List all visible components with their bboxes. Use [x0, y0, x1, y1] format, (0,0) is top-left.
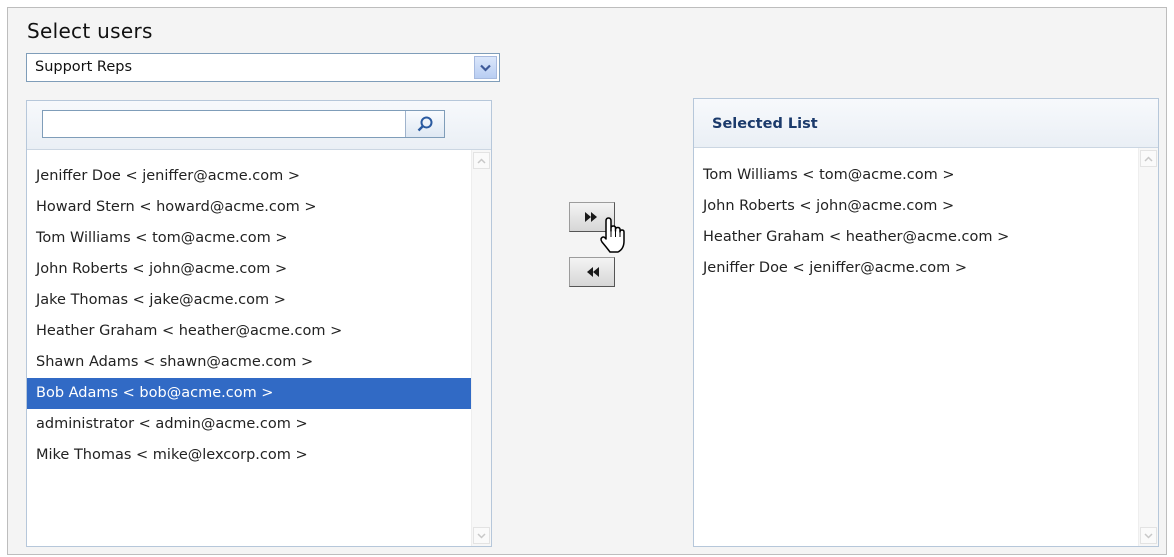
- list-item[interactable]: Howard Stern < howard@acme.com >: [27, 192, 471, 223]
- page-title: Select users: [27, 19, 153, 43]
- list-item[interactable]: Jeniffer Doe < jeniffer@acme.com >: [27, 161, 471, 192]
- double-chevron-left-icon: [584, 263, 600, 282]
- selected-list-panel: Selected List Tom Williams < tom@acme.co…: [693, 98, 1159, 547]
- list-item[interactable]: John Roberts < john@acme.com >: [694, 191, 1138, 222]
- selected-list-scrollbar[interactable]: [1138, 148, 1158, 546]
- list-item[interactable]: Jeniffer Doe < jeniffer@acme.com >: [694, 253, 1138, 284]
- available-list-scrollbar[interactable]: [471, 150, 491, 546]
- list-item[interactable]: John Roberts < john@acme.com >: [27, 254, 471, 285]
- available-panel-header: [27, 101, 491, 150]
- list-item[interactable]: Tom Williams < tom@acme.com >: [27, 223, 471, 254]
- group-select-value: Support Reps: [35, 59, 133, 75]
- hand-pointer-icon: [600, 217, 625, 253]
- search-icon[interactable]: [405, 111, 444, 137]
- scroll-up-icon[interactable]: [1140, 150, 1157, 167]
- available-users-list: Jeniffer Doe < jeniffer@acme.com > Howard…: [27, 161, 471, 471]
- available-users-panel: Jeniffer Doe < jeniffer@acme.com > Howard…: [26, 100, 492, 547]
- scroll-down-icon[interactable]: [1140, 527, 1157, 544]
- selected-panel-header: Selected List: [694, 99, 1158, 148]
- search-box: [42, 110, 445, 138]
- scroll-up-icon[interactable]: [473, 152, 490, 169]
- list-item[interactable]: Tom Williams < tom@acme.com >: [694, 160, 1138, 191]
- list-item[interactable]: Shawn Adams < shawn@acme.com >: [27, 347, 471, 378]
- list-item[interactable]: Bob Adams < bob@acme.com >: [27, 378, 471, 409]
- scroll-down-icon[interactable]: [473, 527, 490, 544]
- search-input[interactable]: [43, 111, 403, 137]
- chevron-down-icon[interactable]: [474, 56, 497, 79]
- group-select[interactable]: Support Reps: [26, 53, 500, 82]
- selected-list-title: Selected List: [712, 116, 818, 132]
- list-item[interactable]: Heather Graham < heather@acme.com >: [27, 316, 471, 347]
- remove-selected-button[interactable]: [569, 257, 615, 287]
- list-item[interactable]: Heather Graham < heather@acme.com >: [694, 222, 1138, 253]
- selected-users-list: Tom Williams < tom@acme.com > John Robert…: [694, 160, 1138, 284]
- list-item[interactable]: Mike Thomas < mike@lexcorp.com >: [27, 440, 471, 471]
- list-item[interactable]: administrator < admin@acme.com >: [27, 409, 471, 440]
- list-item[interactable]: Jake Thomas < jake@acme.com >: [27, 285, 471, 316]
